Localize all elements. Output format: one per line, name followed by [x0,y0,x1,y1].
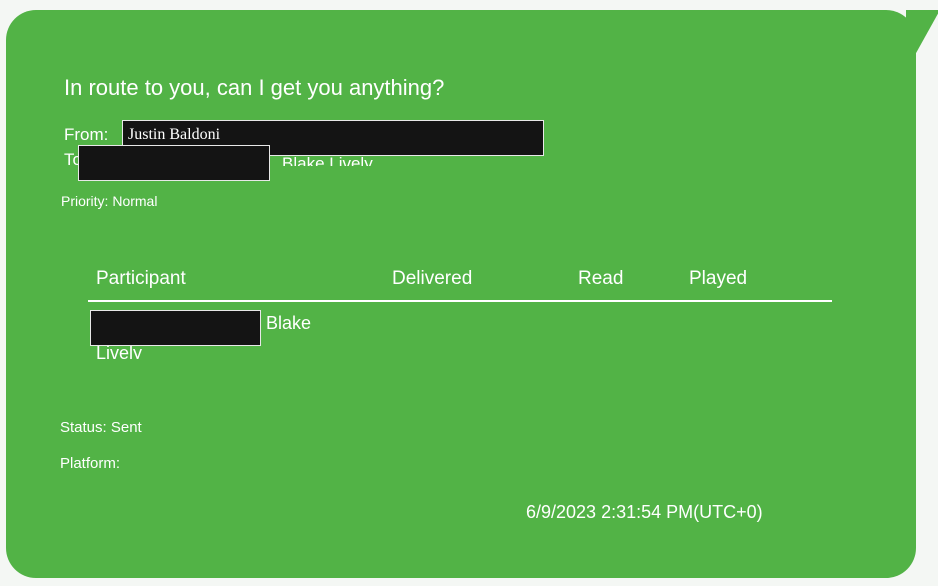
participant-name-second-line: Lively [96,346,142,359]
from-label: From: [64,125,109,144]
participant-redaction-box [90,310,261,346]
participant-name-second-line-text: Lively [96,346,143,359]
platform-text: Platform: [60,455,121,472]
message-subject: In route to you, can I get you anything? [64,75,445,100]
message-timestamp: 6/9/2023 2:31:54 PM(UTC+0) [526,502,763,522]
to-name-text: Blake Lively [282,154,373,166]
from-name: Justin Baldoni [128,126,221,143]
priority-text: Priority: Normal [61,193,158,209]
to-redaction-box [78,145,270,181]
table-header-divider [88,300,832,302]
column-header-participant: Participant [96,268,186,289]
participant-name-first-line: Blake [266,313,312,333]
column-header-played: Played [689,268,748,289]
message-page: In route to you, can I get you anything?… [0,0,938,586]
message-bubble-tail [906,10,938,54]
column-header-read: Read [578,268,624,289]
column-header-delivered: Delivered [392,268,473,289]
status-text: Status: Sent [60,419,142,436]
to-name: Blake Lively [282,153,373,166]
